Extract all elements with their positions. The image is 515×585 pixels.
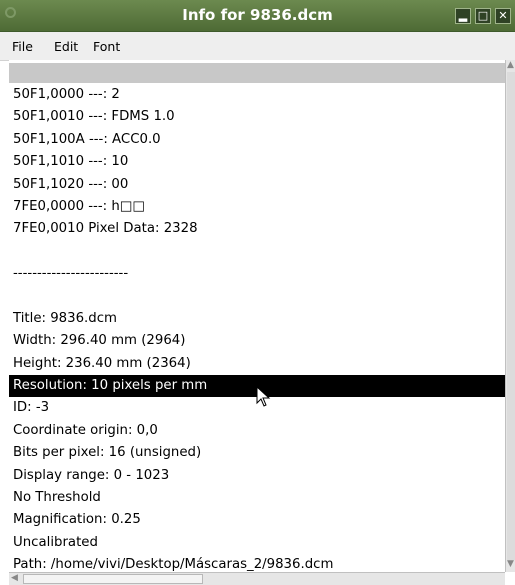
info-line[interactable]: Height: 236.40 mm (2364) xyxy=(9,353,505,375)
info-lines: 50F1,0000 ---: 2 50F1,0010 ---: FDMS 1.0 5… xyxy=(9,84,505,577)
horizontal-scroll-thumb[interactable] xyxy=(23,574,203,584)
info-line[interactable]: 50F1,1020 ---: 00 xyxy=(9,174,505,196)
info-line[interactable] xyxy=(9,286,505,308)
info-text-area[interactable]: 50F1,0000 ---: 2 50F1,0010 ---: FDMS 1.0 5… xyxy=(9,60,505,572)
title-bar[interactable]: Info for 9836.dcm ▂ □ ✕ xyxy=(0,0,515,32)
minimize-icon[interactable]: ▂ xyxy=(455,8,471,24)
scroll-up-icon[interactable]: ▲ xyxy=(507,60,514,70)
info-line[interactable]: 50F1,100A ---: ACC0.0 xyxy=(9,129,505,151)
info-line[interactable]: 50F1,0000 ---: 2 xyxy=(9,84,505,106)
menu-file[interactable]: File xyxy=(12,39,33,54)
info-line[interactable]: No Threshold xyxy=(9,487,505,509)
vertical-scroll-thumb[interactable] xyxy=(507,72,515,560)
info-line[interactable]: Bits per pixel: 16 (unsigned) xyxy=(9,442,505,464)
menu-font[interactable]: Font xyxy=(93,39,120,54)
info-line[interactable]: Uncalibrated xyxy=(9,532,505,554)
column-header-bar xyxy=(9,63,505,83)
info-line[interactable]: Title: 9836.dcm xyxy=(9,308,505,330)
info-line[interactable]: 50F1,1010 ---: 10 xyxy=(9,151,505,173)
scroll-left-icon[interactable]: ◀ xyxy=(11,573,18,583)
info-line[interactable]: 7FE0,0000 ---: h□□ xyxy=(9,196,505,218)
scroll-down-icon[interactable]: ▼ xyxy=(507,559,514,569)
info-line[interactable]: ------------------------ xyxy=(9,263,505,285)
info-line[interactable]: Display range: 0 - 1023 xyxy=(9,465,505,487)
vertical-scrollbar[interactable]: ▲ ▼ xyxy=(505,60,515,572)
horizontal-scrollbar[interactable]: ◀ xyxy=(9,572,505,585)
info-line[interactable]: 50F1,0010 ---: FDMS 1.0 xyxy=(9,106,505,128)
info-line[interactable] xyxy=(9,241,505,263)
info-line[interactable]: Coordinate origin: 0,0 xyxy=(9,420,505,442)
mouse-cursor-icon xyxy=(256,386,271,407)
close-icon[interactable]: ✕ xyxy=(495,8,511,24)
window-title: Info for 9836.dcm xyxy=(182,6,333,24)
info-line[interactable]: 7FE0,0010 Pixel Data: 2328 xyxy=(9,218,505,240)
info-line[interactable]: Magnification: 0.25 xyxy=(9,509,505,531)
info-line[interactable]: Width: 296.40 mm (2964) xyxy=(9,330,505,352)
maximize-icon[interactable]: □ xyxy=(475,8,491,24)
menu-bar: File Edit Font xyxy=(0,32,515,61)
menu-edit[interactable]: Edit xyxy=(54,39,78,54)
